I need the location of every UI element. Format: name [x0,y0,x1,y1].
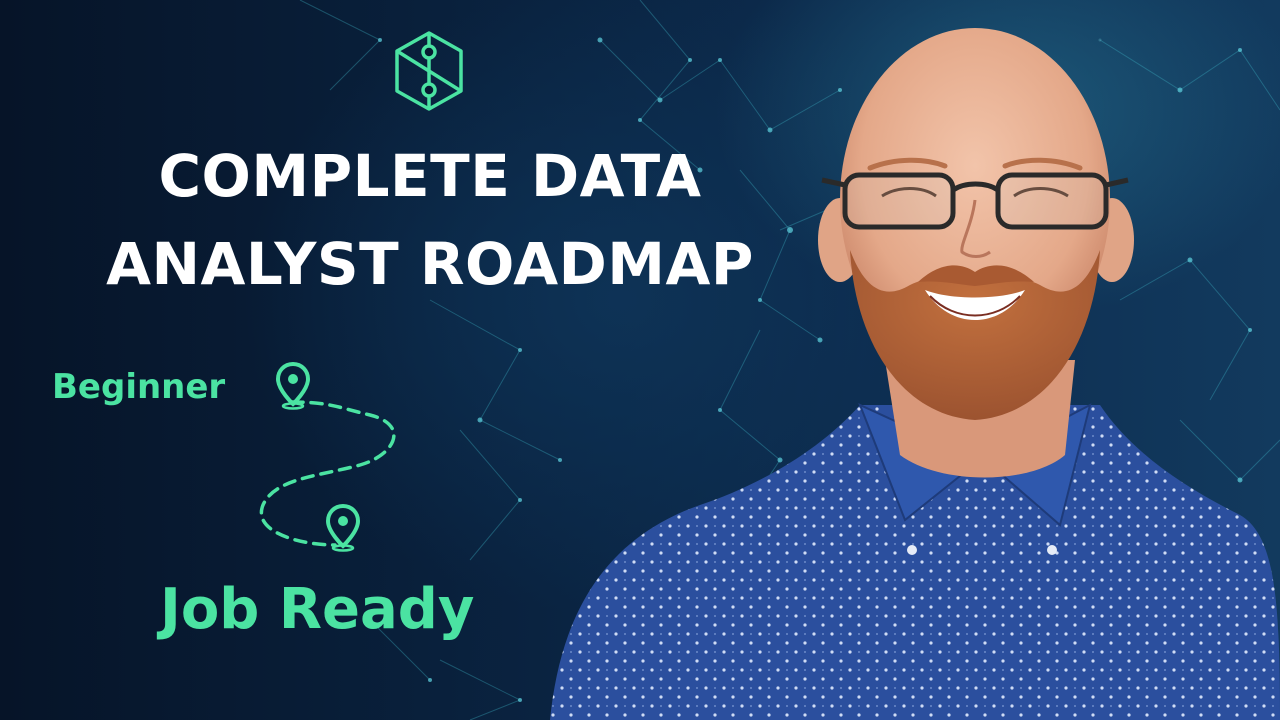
thumbnail-canvas: COMPLETE DATA ANALYST ROADMAP Beginner J… [0,0,1280,720]
roadmap-end-label: Job Ready [160,577,475,642]
map-pin-icon [275,361,311,410]
map-pin-icon [325,503,361,552]
roadmap-start-label: Beginner [52,367,226,407]
presenter-photo [550,28,1280,720]
